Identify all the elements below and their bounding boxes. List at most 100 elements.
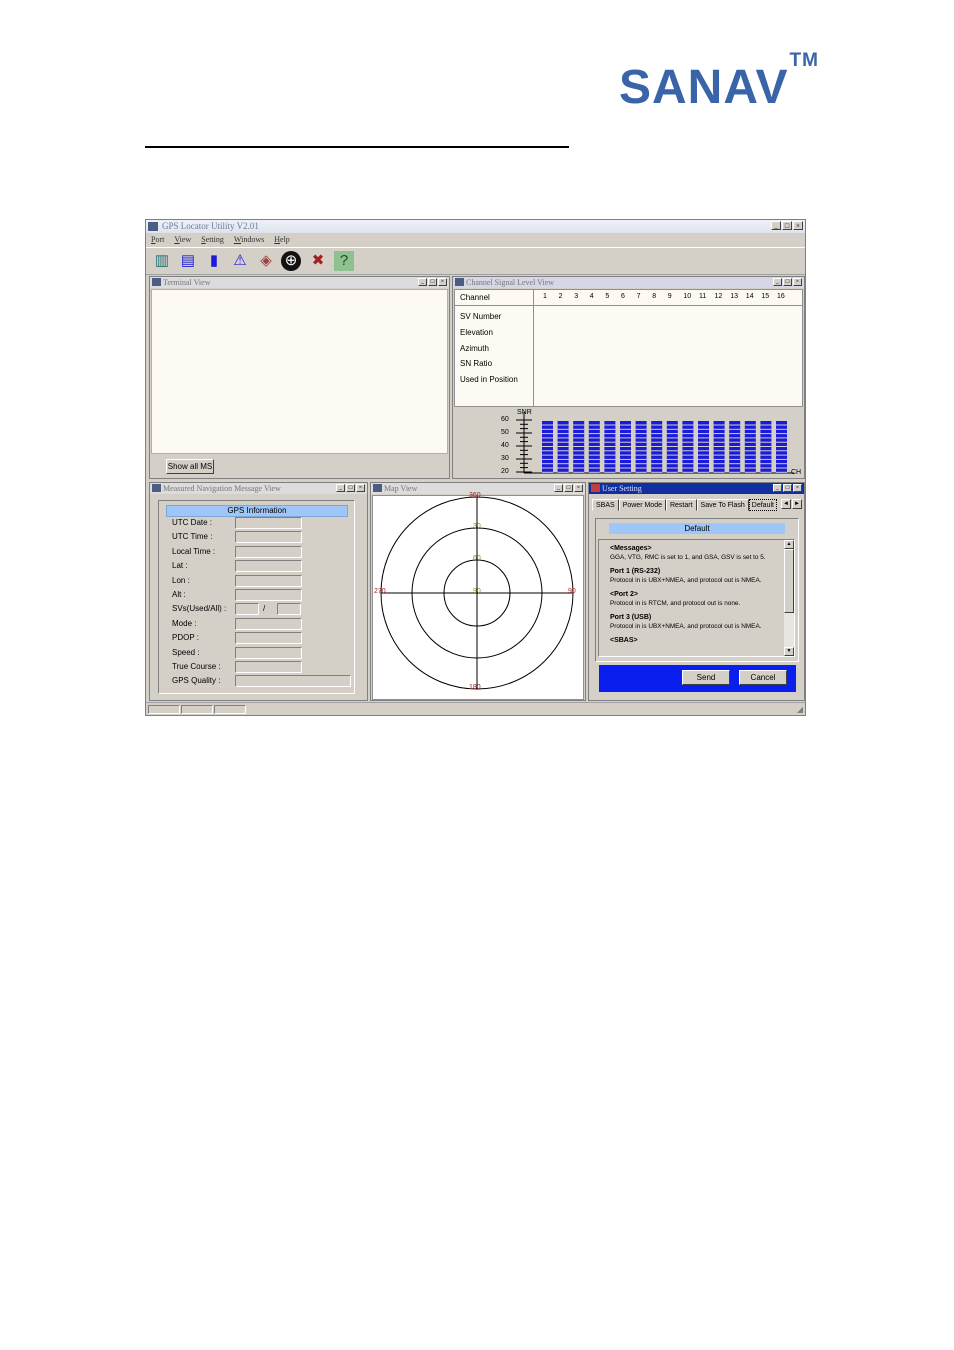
minimize-button[interactable]: _	[336, 484, 345, 492]
minimize-button[interactable]: _	[554, 484, 563, 492]
menu-windows[interactable]: Windows	[234, 234, 264, 246]
terminal-titlebar: Terminal View _ □ ×	[150, 277, 449, 288]
minimize-button[interactable]: _	[773, 278, 782, 286]
menu-port[interactable]: Port	[151, 234, 164, 246]
maximize-button[interactable]: □	[346, 484, 355, 492]
minimize-button[interactable]: _	[418, 278, 427, 286]
menu-setting[interactable]: Setting	[201, 234, 224, 246]
nav-field-label: Mode :	[172, 618, 197, 628]
send-button[interactable]: Send	[682, 670, 730, 685]
nav-field-value	[235, 545, 302, 558]
minimize-button[interactable]: _	[773, 484, 782, 492]
channel-header: Channel	[460, 293, 490, 302]
connect-icon[interactable]: ▥	[152, 251, 172, 271]
nav-field-value-all	[277, 603, 301, 616]
scroll-down-icon[interactable]: ▼	[784, 647, 794, 656]
row-sv-number: SV Number	[460, 312, 502, 321]
nav-icon	[152, 484, 161, 492]
map-view: Map View _ □ × 360 180 270 90 30 60 90	[370, 482, 586, 701]
cancel-button[interactable]: Cancel	[739, 670, 787, 685]
channel-signal-view: Channel Signal Level View _ □ × Channel 12…	[452, 276, 805, 479]
nav-field-label: Speed :	[172, 647, 200, 657]
app-window-buttons: _ □ ×	[771, 221, 803, 230]
terminal-window-buttons: _ □ ×	[418, 278, 447, 286]
scroll-thumb[interactable]	[784, 549, 794, 613]
user-setting-titlebar: User Setting _ □ ×	[589, 483, 804, 494]
tab-power-mode[interactable]: Power Mode	[618, 499, 666, 511]
maximize-button[interactable]: □	[782, 221, 792, 230]
tools-icon[interactable]: ✖	[308, 251, 328, 271]
tab-restart[interactable]: Restart	[665, 499, 697, 511]
terminal-output[interactable]	[151, 289, 448, 454]
snr-tick-40: 40	[501, 442, 509, 449]
app-title: GPS Locator Utility V2.01	[162, 221, 259, 231]
close-button[interactable]: ×	[574, 484, 583, 492]
sky-plot: 360 180 270 90 30 60 90	[372, 492, 584, 700]
label-center-90: 90	[473, 588, 481, 595]
maximize-button[interactable]: □	[564, 484, 573, 492]
resize-grip-icon[interactable]: ◢	[797, 705, 803, 714]
close-button[interactable]: ×	[438, 278, 447, 286]
help-icon[interactable]: ?	[334, 251, 354, 271]
snr-label: SNR	[517, 409, 532, 416]
ascii-binary-icon[interactable]: ▤	[178, 251, 198, 271]
tab-default[interactable]: Default	[748, 499, 777, 511]
row-sn-ratio: SN Ratio	[460, 359, 493, 368]
user-setting-tabs: SBAS Power Mode Restart Save To Flash De…	[592, 499, 777, 511]
menu-bar: Port View Setting Windows Help	[146, 234, 805, 246]
status-segment-2	[181, 705, 213, 714]
nav-field-label: UTC Date :	[172, 518, 213, 527]
default-text: <Messages> GGA, VTG, RMC is set to 1, and…	[610, 542, 786, 644]
navigation-icon[interactable]: ⚠	[230, 251, 250, 271]
signal-bars-icon[interactable]: ▮	[204, 251, 224, 271]
channel-number: 7	[636, 293, 641, 300]
menu-help[interactable]: Help	[274, 234, 290, 246]
content-heading: Port 3 (USB)	[610, 614, 652, 621]
menu-view[interactable]: View	[174, 234, 191, 246]
channel-number: 5	[605, 293, 610, 300]
snr-tick-30: 30	[501, 455, 509, 462]
close-button[interactable]: ×	[356, 484, 365, 492]
target-icon[interactable]: ⊕	[281, 251, 301, 271]
map-icon[interactable]: ◈	[256, 251, 276, 271]
scrollbar[interactable]: ▲ ▼	[784, 540, 794, 656]
channel-number: 14	[745, 293, 754, 300]
show-all-ms-button[interactable]: Show all MS	[166, 459, 214, 474]
close-button[interactable]: ×	[793, 484, 802, 492]
close-button[interactable]: ×	[793, 221, 803, 230]
label-360: 360	[469, 492, 481, 499]
row-azimuth: Azimuth	[460, 344, 489, 353]
nav-field-label: Lon :	[172, 575, 190, 585]
terminal-title: Terminal View	[163, 278, 211, 287]
maximize-button[interactable]: □	[428, 278, 437, 286]
tab-save-to-flash[interactable]: Save To Flash	[696, 499, 749, 511]
tab-scroll-right[interactable]: ►	[792, 499, 802, 509]
nav-titlebar: Measured Navigation Message View _ □ ×	[150, 483, 367, 494]
row-elevation: Elevation	[460, 328, 493, 337]
nav-field-value	[235, 589, 302, 601]
scroll-up-icon[interactable]: ▲	[784, 540, 794, 549]
default-content[interactable]: <Messages> GGA, VTG, RMC is set to 1, and…	[598, 539, 795, 657]
default-header: Default	[609, 523, 785, 534]
channel-number: 10	[683, 293, 692, 300]
action-panel: Send Cancel	[599, 665, 796, 692]
app-icon	[148, 222, 158, 231]
channel-number: 13	[730, 293, 738, 300]
svs-separator: /	[263, 604, 266, 614]
label-180: 180	[469, 684, 481, 691]
user-setting-icon	[591, 484, 600, 492]
label-270: 270	[374, 588, 386, 595]
nav-field-value-used	[235, 603, 259, 616]
maximize-button[interactable]: □	[783, 278, 792, 286]
maximize-button[interactable]: □	[783, 484, 792, 492]
nav-field-value	[235, 646, 302, 659]
minimize-button[interactable]: _	[771, 221, 781, 230]
tab-scroll-left[interactable]: ◄	[781, 499, 791, 509]
row-used-in-position: Used in Position	[460, 375, 518, 384]
snr-tick-60: 60	[501, 416, 509, 423]
nav-field-label: PDOP :	[172, 633, 199, 643]
user-setting-view: User Setting _ □ × SBAS Power Mode Restart…	[588, 482, 805, 701]
nav-field-value	[235, 675, 351, 688]
tab-sbas[interactable]: SBAS	[592, 499, 619, 511]
close-button[interactable]: ×	[793, 278, 802, 286]
